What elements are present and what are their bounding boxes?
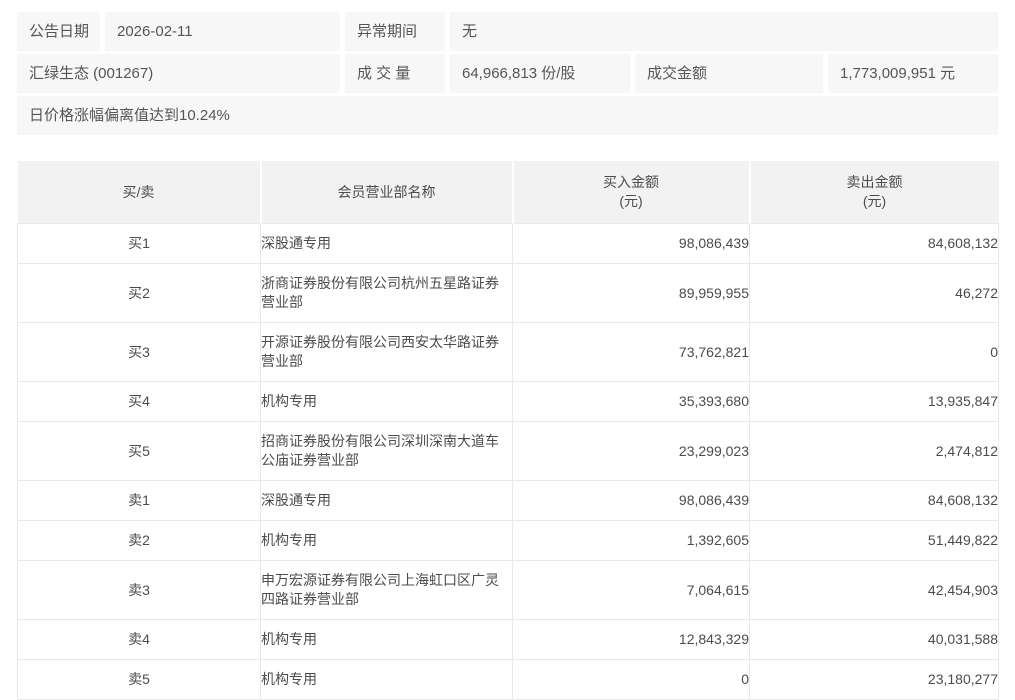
branch-cell: 招商证券股份有限公司深圳深南大道车公庙证券营业部 [261,422,513,481]
page: 公告日期 2026-02-11 异常期间 无 汇绿生态 (001267) 成 交… [0,0,1015,700]
info-row-2: 汇绿生态 (001267) 成 交 量 64,966,813 份/股 成交金额 … [17,54,998,93]
sell-amount-cell: 84,608,132 [750,224,999,264]
buy-amount-cell: 98,086,439 [513,224,750,264]
turnover-label: 成交金额 [635,54,823,93]
sell-amount-cell: 46,272 [750,264,999,323]
header-sell-amount: 卖出金额(元) [750,161,999,224]
side-cell: 买3 [18,323,261,382]
header-branch: 会员营业部名称 [261,161,513,224]
header-side: 买/卖 [18,161,261,224]
table-row: 买3 开源证券股份有限公司西安太华路证券营业部 73,762,821 0 [18,323,999,382]
broker-table: 买/卖 会员营业部名称 买入金额(元) 卖出金额(元) 买1 深股通专用 98,… [17,161,999,700]
table-row: 买4 机构专用 35,393,680 13,935,847 [18,382,999,422]
turnover-value: 1,773,009,951 元 [828,54,998,93]
table-row: 卖2 机构专用 1,392,605 51,449,822 [18,521,999,561]
sell-amount-cell: 13,935,847 [750,382,999,422]
table-row: 买5 招商证券股份有限公司深圳深南大道车公庙证券营业部 23,299,023 2… [18,422,999,481]
buy-amount-cell: 7,064,615 [513,561,750,620]
table-row: 卖3 申万宏源证券有限公司上海虹口区广灵四路证券营业部 7,064,615 42… [18,561,999,620]
branch-cell: 浙商证券股份有限公司杭州五星路证券营业部 [261,264,513,323]
sell-amount-cell: 84,608,132 [750,481,999,521]
side-cell: 卖4 [18,620,261,660]
announcement-date-value: 2026-02-11 [105,12,340,51]
volume-label: 成 交 量 [345,54,445,93]
sell-amount-cell: 42,454,903 [750,561,999,620]
branch-cell: 机构专用 [261,521,513,561]
branch-cell: 深股通专用 [261,481,513,521]
buy-amount-cell: 98,086,439 [513,481,750,521]
side-cell: 卖1 [18,481,261,521]
buy-amount-cell: 23,299,023 [513,422,750,481]
header-buy-amount: 买入金额(元) [513,161,750,224]
sell-amount-cell: 0 [750,323,999,382]
table-row: 卖1 深股通专用 98,086,439 84,608,132 [18,481,999,521]
side-cell: 卖5 [18,660,261,700]
sell-amount-cell: 40,031,588 [750,620,999,660]
header-buy-line2: (元) [514,192,749,211]
table-row: 买2 浙商证券股份有限公司杭州五星路证券营业部 89,959,955 46,27… [18,264,999,323]
side-cell: 买5 [18,422,261,481]
branch-cell: 机构专用 [261,382,513,422]
branch-cell: 开源证券股份有限公司西安太华路证券营业部 [261,323,513,382]
announcement-date-label: 公告日期 [17,12,100,51]
abnormal-period-value: 无 [450,12,998,51]
table-row: 买1 深股通专用 98,086,439 84,608,132 [18,224,999,264]
price-deviation-note: 日价格涨幅偏离值达到10.24% [17,96,998,135]
branch-cell: 机构专用 [261,620,513,660]
info-row-3: 日价格涨幅偏离值达到10.24% [17,96,998,135]
side-cell: 卖3 [18,561,261,620]
branch-cell: 申万宏源证券有限公司上海虹口区广灵四路证券营业部 [261,561,513,620]
table-row: 卖5 机构专用 0 23,180,277 [18,660,999,700]
branch-cell: 机构专用 [261,660,513,700]
stock-name: 汇绿生态 (001267) [17,54,340,93]
broker-table-header: 买/卖 会员营业部名称 买入金额(元) 卖出金额(元) [18,161,999,224]
buy-amount-cell: 12,843,329 [513,620,750,660]
header-sell-line2: (元) [751,192,999,211]
buy-amount-cell: 73,762,821 [513,323,750,382]
sell-amount-cell: 2,474,812 [750,422,999,481]
side-cell: 买2 [18,264,261,323]
buy-amount-cell: 35,393,680 [513,382,750,422]
header-buy-line1: 买入金额 [514,173,749,192]
buy-amount-cell: 0 [513,660,750,700]
side-cell: 卖2 [18,521,261,561]
side-cell: 买4 [18,382,261,422]
sell-amount-cell: 23,180,277 [750,660,999,700]
volume-value: 64,966,813 份/股 [450,54,630,93]
header-sell-line1: 卖出金额 [751,173,999,192]
side-cell: 买1 [18,224,261,264]
table-row: 卖4 机构专用 12,843,329 40,031,588 [18,620,999,660]
branch-cell: 深股通专用 [261,224,513,264]
info-panel: 公告日期 2026-02-11 异常期间 无 汇绿生态 (001267) 成 交… [17,12,998,135]
buy-amount-cell: 1,392,605 [513,521,750,561]
abnormal-period-label: 异常期间 [345,12,445,51]
buy-amount-cell: 89,959,955 [513,264,750,323]
sell-amount-cell: 51,449,822 [750,521,999,561]
info-row-1: 公告日期 2026-02-11 异常期间 无 [17,12,998,51]
